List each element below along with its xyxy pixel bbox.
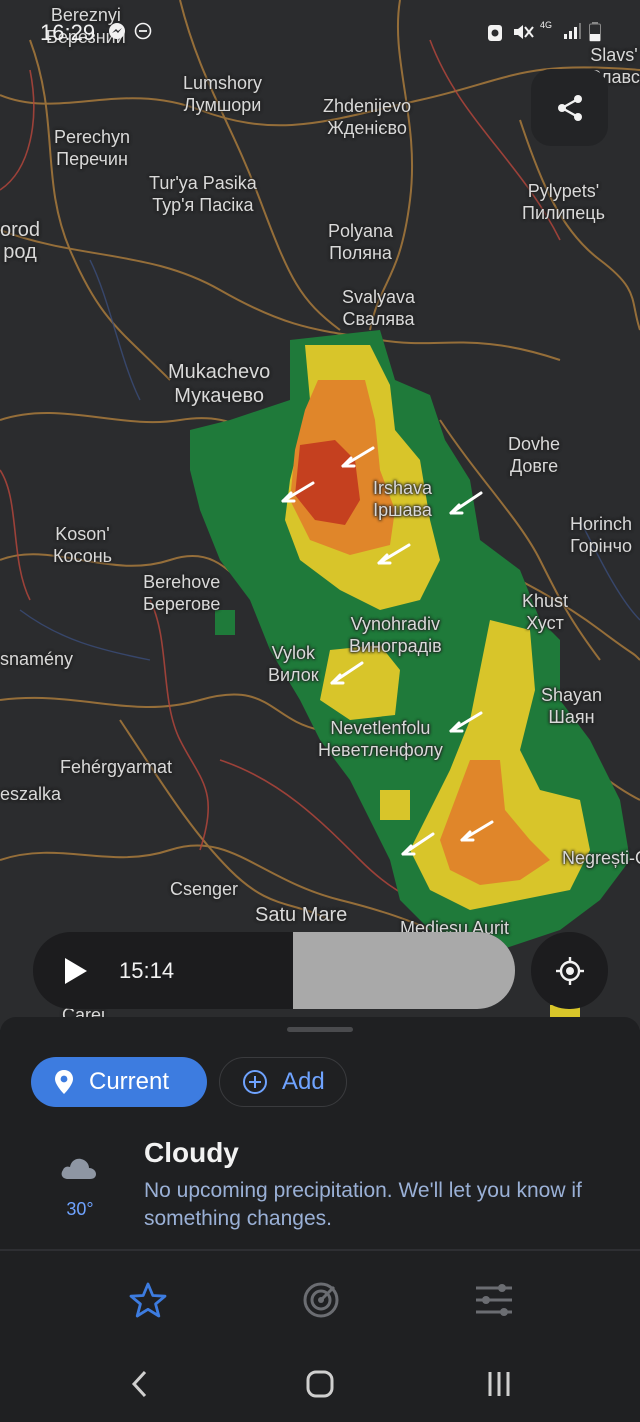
star-icon	[129, 1282, 167, 1318]
crosshair-icon	[555, 956, 584, 985]
cloud-icon	[61, 1158, 96, 1179]
city-label: Horinch Горінчо	[570, 514, 633, 556]
battery-icon	[589, 22, 601, 47]
city-label: snamény	[0, 649, 74, 669]
timeline-progress[interactable]	[292, 932, 515, 1009]
status-time: 16:29	[40, 20, 96, 45]
radar-map[interactable]: Bereznyi Березний Lumshory Лумшори Zhdenij…	[0, 0, 640, 1030]
city-label: Berehove Берегове	[143, 572, 221, 614]
city-label: Svalyava Свалява	[342, 287, 416, 329]
city-label: Lumshory Лумшори	[183, 73, 263, 115]
tab-radar[interactable]	[301, 1280, 341, 1320]
current-location-chip[interactable]: Current	[31, 1057, 207, 1107]
share-button[interactable]	[531, 69, 608, 146]
timeline-time: 15:14	[119, 958, 175, 983]
share-icon	[557, 94, 582, 121]
city-label: Vylok Вилок	[268, 643, 319, 685]
city-label: Mukachevo Мукачево	[168, 361, 271, 407]
city-label: Satu Mare	[255, 904, 348, 926]
messenger-icon	[108, 22, 126, 45]
city-label: Khust Хуст	[522, 591, 569, 633]
divider	[0, 1249, 640, 1251]
city-label: Zhdenijevo Жденієво	[323, 96, 412, 138]
location-pin-icon	[53, 1069, 75, 1095]
network-type: 4G	[540, 20, 553, 30]
city-label: Negrești-O	[562, 848, 640, 868]
chip-label: Add	[282, 1068, 325, 1095]
city-label: Tur'ya Pasika Тур'я Пасіка	[149, 173, 257, 215]
status-bar: 16:29 4G	[0, 14, 640, 54]
city-label: Dovhe Довге	[508, 434, 561, 476]
city-label: Polyana Поляна	[328, 221, 394, 263]
signal-icon	[562, 22, 582, 45]
sliders-icon	[476, 1284, 512, 1316]
back-button[interactable]	[120, 1364, 160, 1404]
add-location-chip[interactable]: Add	[219, 1057, 347, 1107]
add-circle-icon	[242, 1069, 268, 1095]
radar-timeline-player[interactable]: 15:14	[33, 932, 515, 1009]
city-label: orod род	[0, 219, 41, 263]
back-chevron-icon	[131, 1370, 147, 1398]
city-label: Irshava Іршава	[373, 478, 433, 520]
home-icon	[306, 1370, 334, 1398]
temperature: 30°	[66, 1199, 94, 1219]
city-label: Pylypets' Пилипець	[522, 181, 605, 223]
mute-icon	[512, 22, 534, 47]
recent-apps-icon	[488, 1372, 510, 1396]
battery-saver-icon	[486, 22, 504, 47]
chip-label: Current	[89, 1068, 170, 1095]
home-button[interactable]	[300, 1364, 340, 1404]
city-label: Shayan Шаян	[541, 685, 603, 727]
city-label: Csenger	[170, 879, 239, 899]
play-icon[interactable]	[63, 957, 89, 985]
bottom-sheet[interactable]: Current Add 30° Cloudy No upcoming preci…	[0, 1017, 640, 1422]
city-label: Nevetlenfolu Невeтленфолу	[318, 718, 443, 760]
tab-favorites[interactable]	[128, 1280, 168, 1320]
weather-condition: Cloudy	[144, 1137, 239, 1168]
tab-settings[interactable]	[474, 1280, 514, 1320]
forecast-message: No upcoming precipitation. We'll let you…	[144, 1179, 582, 1230]
city-label: Fehérgyarmat	[60, 757, 173, 777]
sheet-handle[interactable]	[287, 1027, 353, 1032]
city-label: eszalka	[0, 784, 62, 804]
recent-apps-button[interactable]	[479, 1364, 519, 1404]
radar-icon	[303, 1282, 339, 1318]
city-label: Koson' Косонь	[53, 524, 113, 566]
my-location-button[interactable]	[531, 932, 608, 1009]
city-label: Perechyn Перечин	[54, 127, 131, 169]
do-not-disturb-icon	[134, 22, 152, 45]
city-label: Vynohradiv Виноградів	[349, 614, 442, 656]
